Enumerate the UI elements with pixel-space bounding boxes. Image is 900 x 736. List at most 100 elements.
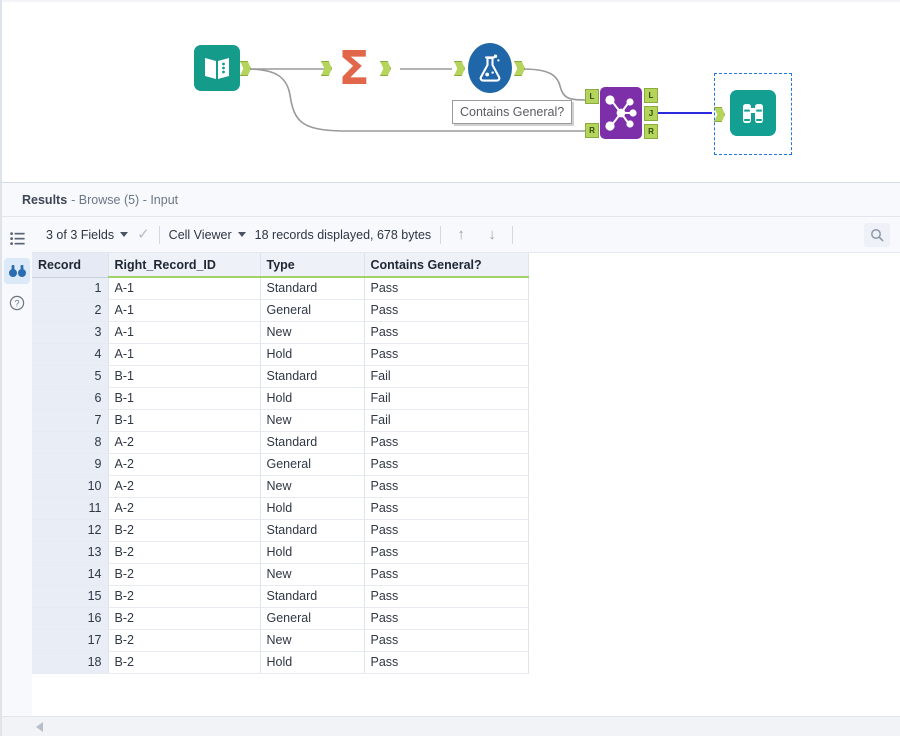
join-input-left-port[interactable]: L [585,89,599,104]
cell-contains-general[interactable]: Pass [364,629,528,651]
cell-contains-general[interactable]: Pass [364,563,528,585]
search-icon[interactable] [864,223,890,247]
cell-right-record-id[interactable]: A-1 [108,343,260,365]
cell-contains-general[interactable]: Pass [364,431,528,453]
cell-type[interactable]: Hold [260,541,364,563]
cell-record[interactable]: 14 [32,563,108,585]
cell-type[interactable]: Hold [260,343,364,365]
scroll-up-button[interactable]: ↑ [450,224,472,246]
tool-summarize[interactable]: Σ [330,44,378,92]
annotation-contains-general[interactable]: Contains General? [452,100,572,124]
cell-record[interactable]: 7 [32,409,108,431]
results-table-wrapper[interactable]: Record Right_Record_ID Type Contains Gen… [32,253,900,736]
horizontal-scrollbar[interactable] [2,716,900,736]
table-row[interactable]: 13B-2HoldPass [32,541,528,563]
cell-right-record-id[interactable]: B-2 [108,651,260,673]
cell-type[interactable]: General [260,299,364,321]
rail-browse-binoculars-icon[interactable] [4,258,30,284]
table-row[interactable]: 10A-2NewPass [32,475,528,497]
cell-contains-general[interactable]: Pass [364,497,528,519]
cell-record[interactable]: 2 [32,299,108,321]
cell-contains-general[interactable]: Pass [364,299,528,321]
cell-type[interactable]: New [260,629,364,651]
cell-right-record-id[interactable]: B-2 [108,563,260,585]
cell-type[interactable]: New [260,475,364,497]
cell-right-record-id[interactable]: B-2 [108,629,260,651]
join-input-right-port[interactable]: R [585,123,599,138]
cell-right-record-id[interactable]: A-2 [108,453,260,475]
table-row[interactable]: 3A-1NewPass [32,321,528,343]
cell-contains-general[interactable]: Pass [364,651,528,673]
cell-right-record-id[interactable]: B-2 [108,607,260,629]
cell-record[interactable]: 3 [32,321,108,343]
table-row[interactable]: 17B-2NewPass [32,629,528,651]
cell-record[interactable]: 9 [32,453,108,475]
cell-contains-general[interactable]: Pass [364,475,528,497]
table-row[interactable]: 16B-2GeneralPass [32,607,528,629]
cell-record[interactable]: 4 [32,343,108,365]
cell-type[interactable]: Standard [260,277,364,299]
cell-contains-general[interactable]: Pass [364,607,528,629]
table-row[interactable]: 8A-2StandardPass [32,431,528,453]
table-row[interactable]: 11A-2HoldPass [32,497,528,519]
cell-right-record-id[interactable]: A-2 [108,475,260,497]
cell-type[interactable]: New [260,409,364,431]
cell-right-record-id[interactable]: B-2 [108,541,260,563]
join-output-join-port[interactable]: J [644,106,658,121]
table-row[interactable]: 14B-2NewPass [32,563,528,585]
column-header-type[interactable]: Type [260,253,364,277]
cell-contains-general[interactable]: Fail [364,365,528,387]
fields-check-icon[interactable]: ✓ [137,227,150,242]
cell-contains-general[interactable]: Fail [364,409,528,431]
cell-type[interactable]: Hold [260,387,364,409]
cell-type[interactable]: General [260,453,364,475]
table-row[interactable]: 4A-1HoldPass [32,343,528,365]
table-row[interactable]: 18B-2HoldPass [32,651,528,673]
fields-selector[interactable]: 3 of 3 Fields [46,228,128,242]
cell-right-record-id[interactable]: A-1 [108,321,260,343]
table-row[interactable]: 15B-2StandardPass [32,585,528,607]
column-header-record[interactable]: Record [32,253,108,277]
cell-contains-general[interactable]: Pass [364,277,528,299]
cell-right-record-id[interactable]: B-1 [108,409,260,431]
cell-contains-general[interactable]: Pass [364,585,528,607]
cell-type[interactable]: Standard [260,431,364,453]
cell-record[interactable]: 17 [32,629,108,651]
cell-type[interactable]: Hold [260,651,364,673]
cell-type[interactable]: Standard [260,585,364,607]
tool-browse[interactable] [730,90,776,136]
cell-contains-general[interactable]: Pass [364,453,528,475]
scroll-down-button[interactable]: ↓ [481,224,503,246]
cell-record[interactable]: 10 [32,475,108,497]
table-row[interactable]: 7B-1NewFail [32,409,528,431]
cell-contains-general[interactable]: Fail [364,387,528,409]
cell-record[interactable]: 5 [32,365,108,387]
cell-record[interactable]: 18 [32,651,108,673]
table-row[interactable]: 1A-1StandardPass [32,277,528,299]
tool-formula[interactable] [468,43,512,93]
help-question-icon[interactable]: ? [4,290,30,316]
cell-right-record-id[interactable]: A-1 [108,299,260,321]
cell-right-record-id[interactable]: A-2 [108,431,260,453]
cell-right-record-id[interactable]: B-1 [108,365,260,387]
layout-list-icon[interactable] [4,226,30,252]
table-row[interactable]: 12B-2StandardPass [32,519,528,541]
tool-join[interactable]: L R L J R [600,87,642,139]
cell-record[interactable]: 11 [32,497,108,519]
cell-contains-general[interactable]: Pass [364,321,528,343]
cell-right-record-id[interactable]: A-1 [108,277,260,299]
cell-contains-general[interactable]: Pass [364,343,528,365]
join-output-left-port[interactable]: L [644,88,658,103]
viewer-selector[interactable]: Cell Viewer [169,228,246,242]
cell-record[interactable]: 12 [32,519,108,541]
column-header-right-record-id[interactable]: Right_Record_ID [108,253,260,277]
cell-type[interactable]: Standard [260,365,364,387]
cell-right-record-id[interactable]: A-2 [108,497,260,519]
cell-record[interactable]: 13 [32,541,108,563]
cell-contains-general[interactable]: Pass [364,541,528,563]
cell-right-record-id[interactable]: B-1 [108,387,260,409]
join-output-right-port[interactable]: R [644,124,658,139]
cell-record[interactable]: 1 [32,277,108,299]
cell-type[interactable]: Standard [260,519,364,541]
table-row[interactable]: 9A-2GeneralPass [32,453,528,475]
